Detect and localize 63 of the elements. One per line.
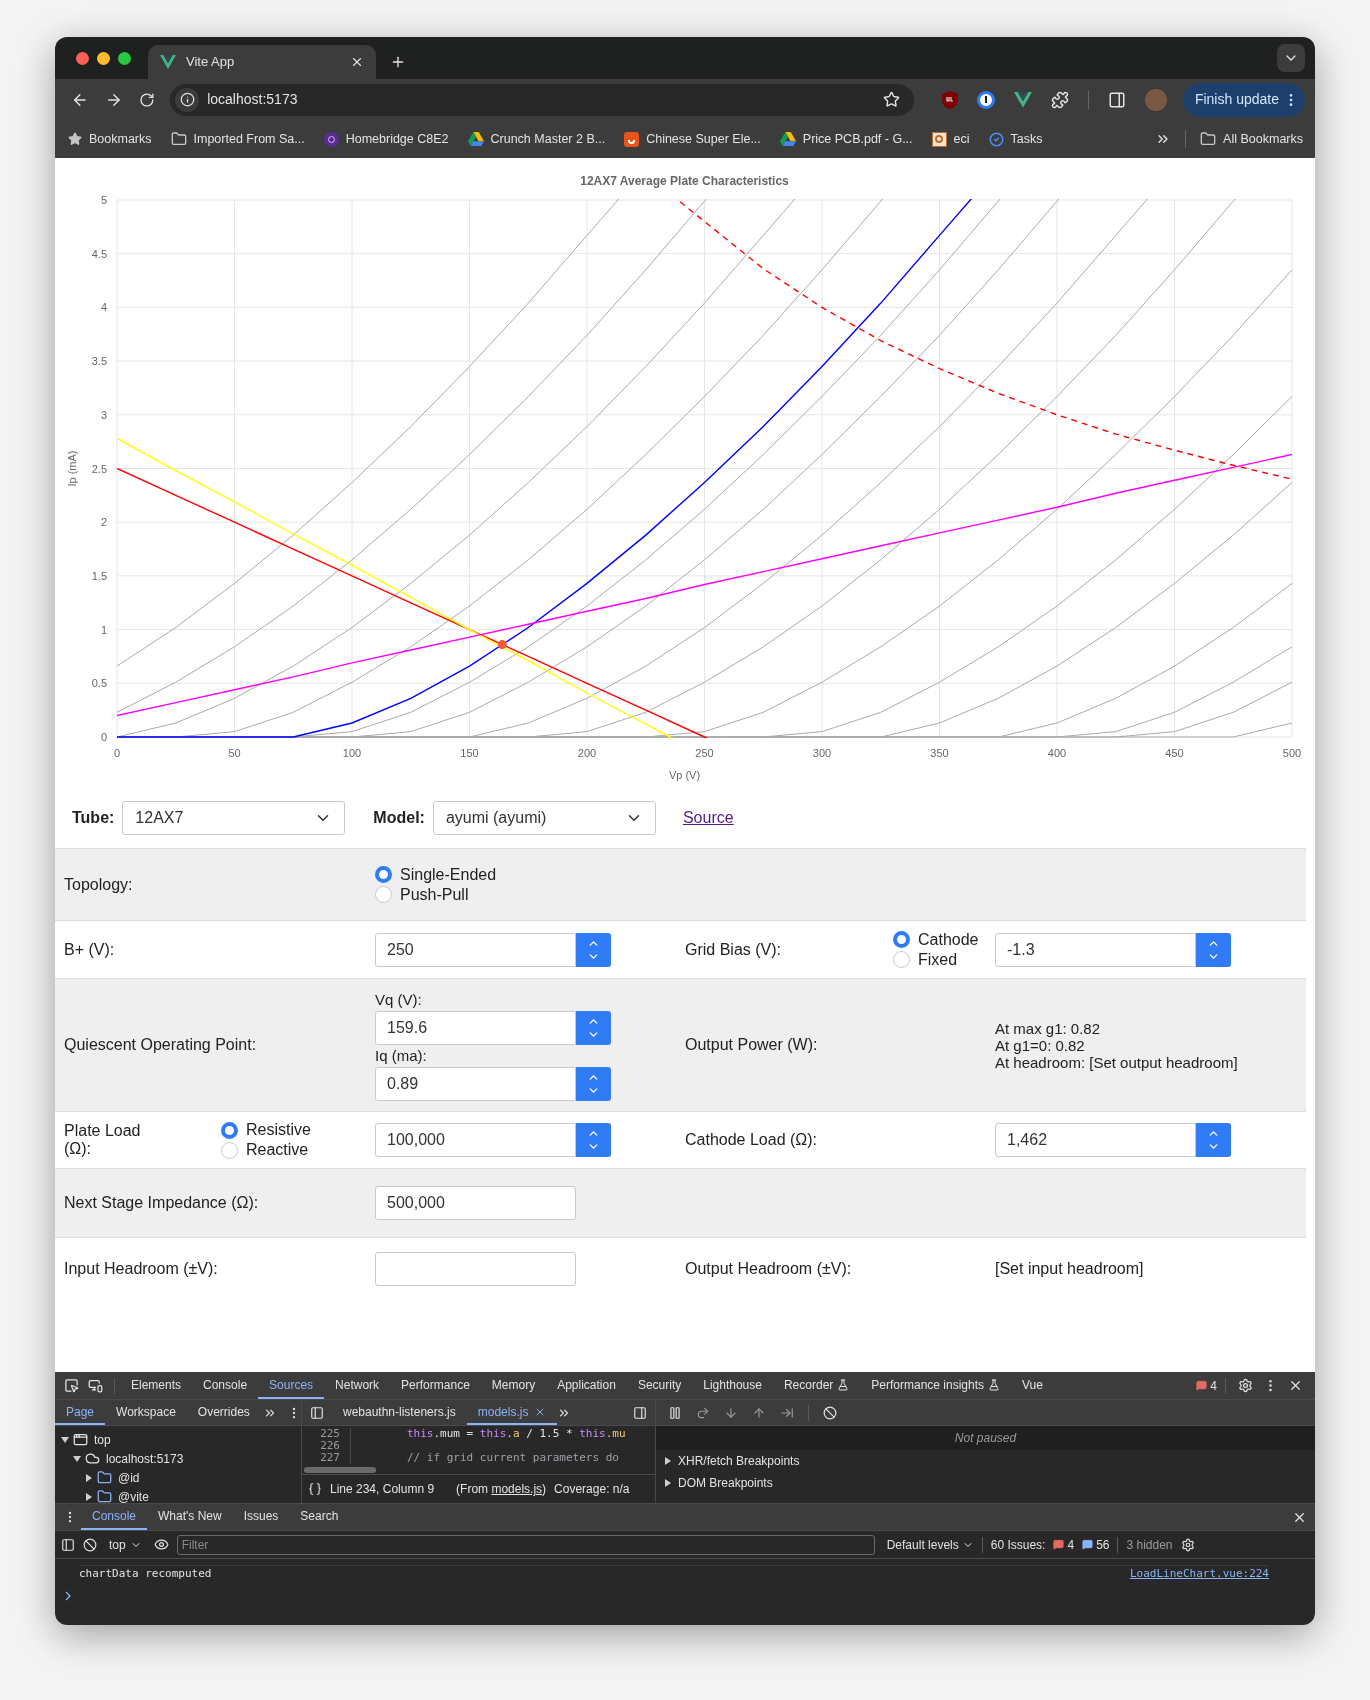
tab-title: Vite App xyxy=(186,53,236,72)
axis-tick-label: 1 xyxy=(100,623,107,636)
axis-tick-label: 450 xyxy=(1165,747,1184,759)
model-label: Model: xyxy=(373,808,425,828)
output-headroom-value: [Set input headroom] xyxy=(995,1259,1145,1279)
axis-tick-label: 250 xyxy=(695,747,714,759)
axis-tick-label: 0.5 xyxy=(91,677,107,690)
code-line: this.mum = this.a / 1.5 * this.mu xyxy=(406,1428,626,1440)
topology-label: Topology: xyxy=(64,874,134,895)
axis-tick-label: 500 xyxy=(1282,747,1302,759)
source-mapping-text: (From models.js) xyxy=(456,1481,547,1498)
chart-title: 12AX7 Average Plate Characteristics xyxy=(580,174,789,188)
quiescent-label: Quiescent Operating Point: xyxy=(64,1035,258,1055)
field-label: Vq (V): xyxy=(375,990,423,1010)
axis-tick-label: 0 xyxy=(100,731,107,743)
line-number: 227 xyxy=(319,1452,340,1464)
axis-tick-label: 200 xyxy=(577,747,597,759)
url-text: localhost:5173 xyxy=(207,90,299,109)
axis-tick-label: 5 xyxy=(100,194,107,206)
grid-bias-label: Grid Bias (V): xyxy=(685,939,781,960)
tube-label: Tube: xyxy=(72,808,115,828)
axis-tick-label: 3 xyxy=(100,408,107,421)
output-power-value: At max g1: 0.82 xyxy=(995,1019,1102,1037)
radio-label: Single-Ended xyxy=(400,864,497,885)
cathode-load-label: Cathode Load (Ω): xyxy=(685,1130,819,1150)
axis-tick-label: 150 xyxy=(460,747,479,759)
line-number: 226 xyxy=(319,1440,340,1452)
b-plus-label: B+ (V): xyxy=(64,939,116,960)
y-axis-title: Ip (mA) xyxy=(66,450,78,487)
axis-tick-label: 4 xyxy=(100,301,107,314)
next-stage-label: Next Stage Impedance (Ω): xyxy=(64,1193,260,1213)
output-power-label: Output Power (W): xyxy=(685,1035,819,1055)
issues-label: 60 Issues: xyxy=(990,1536,1046,1554)
output-headroom-label: Output Headroom (±V): xyxy=(685,1259,853,1279)
axis-tick-label: 300 xyxy=(812,747,832,759)
axis-tick-label: 2.5 xyxy=(91,462,107,475)
hidden-count: 3 hidden xyxy=(1126,1536,1173,1554)
cursor-position: Line 234, Column 9 xyxy=(330,1481,435,1498)
radio-label: Resistive xyxy=(246,1120,311,1140)
axis-tick-label: 350 xyxy=(930,747,949,759)
output-power-value: At g1=0: 0.82 xyxy=(995,1036,1086,1054)
axis-tick-label: 400 xyxy=(1047,747,1067,759)
x-axis-title: Vp (V) xyxy=(668,769,701,781)
plate-load-label: Plate Load (Ω): xyxy=(64,1122,142,1158)
console-message: chartData recomputed xyxy=(79,1566,213,1583)
code-line: // if grid current parameters do xyxy=(406,1452,619,1464)
axis-tick-label: 2 xyxy=(100,516,107,529)
output-power-value: At headroom: [Set output headroom] xyxy=(995,1053,1239,1071)
line-number: 225 xyxy=(319,1428,340,1440)
radio-label: Cathode xyxy=(918,929,979,950)
axis-tick-label: 1.5 xyxy=(91,569,107,582)
axis-tick-label: 3.5 xyxy=(91,355,107,368)
field-label: Iq (ma): xyxy=(375,1046,428,1066)
axis-tick-label: 0 xyxy=(113,747,121,759)
input-headroom-label: Input Headroom (±V): xyxy=(64,1259,219,1279)
radio-label: Push-Pull xyxy=(400,884,469,905)
axis-tick-label: 50 xyxy=(228,747,241,759)
radio-label: Reactive xyxy=(246,1140,309,1160)
radio-label: Fixed xyxy=(918,949,958,970)
debugger-status: Not paused xyxy=(656,1426,1315,1450)
coverage-text: Coverage: n/a xyxy=(554,1481,630,1498)
axis-tick-label: 4.5 xyxy=(91,247,107,260)
axis-tick-label: 100 xyxy=(342,747,362,759)
